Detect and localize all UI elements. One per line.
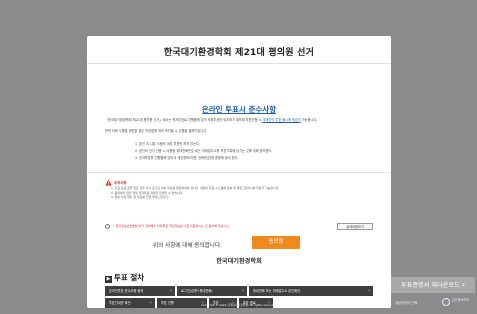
divider bbox=[87, 172, 391, 173]
intro-link[interactable]: 개개인의 투표 불시에 점검이 bbox=[262, 118, 300, 122]
notice-title: 온라인 투표시 준수사항 bbox=[201, 105, 277, 114]
warning-line: 3. 위의 사항 확인 후 투표를 진행 부탁드립니다. bbox=[111, 195, 169, 200]
rule-item: 1. 본인 외 다른 사람의 대리 투표를 하지 않는다. bbox=[135, 142, 200, 146]
rule-item: 3. 전자투표를 진행함에 있어서 개인정보(이름, 전화번호)를 활용에 동의… bbox=[135, 156, 239, 160]
procedure-step-label: 휴대전화 또는 이메일주소 본인확인 bbox=[253, 289, 301, 293]
procedure-step: 휴대전화 또는 이메일주소 본인확인 › bbox=[249, 286, 373, 296]
view-details-button[interactable]: 상세내용보기 bbox=[337, 223, 373, 230]
inquiry-label: 개발/문의처 연락 bbox=[395, 301, 418, 305]
agree-label: 위의 사항에 대해 동의합니다. bbox=[153, 243, 222, 249]
intro-line-2: 가능합니다. bbox=[301, 118, 318, 122]
chevron-right-icon: › bbox=[461, 280, 466, 289]
organization-name: 한국대기환경학회 bbox=[216, 258, 262, 265]
chevron-right-icon: › bbox=[170, 288, 172, 294]
privacy-consent-row: * 개인정보보호법에 의거 귀하께서 전자투표 개인정보를 수집 이용하시는 것… bbox=[105, 223, 377, 231]
warning-icon bbox=[105, 179, 112, 186]
company-logo: (주)에브리즈 bbox=[442, 297, 474, 308]
logo-mark-icon bbox=[442, 298, 450, 306]
intro-line-3: 만약 아래 사항을 위반할 경우 관련법에 따라 조치될 수 있음을 알려드립니… bbox=[105, 129, 208, 133]
procedure-heading: ▶ 투표 절차 bbox=[105, 272, 144, 283]
procedure-step: 로그인(성명+휴대전화) › bbox=[177, 286, 247, 296]
procedure-step: 온라인투표 준수사항 동의 › bbox=[105, 286, 175, 296]
logo-text: (주)에브리즈 bbox=[452, 298, 470, 302]
warning-body: 1. 투표 도중 창을 닫은 경우 다시 로그인 하여 투표를 완료하셔야 합니… bbox=[111, 186, 379, 200]
certificate-redownload-label: 투표증명서 재다운로드 bbox=[400, 282, 460, 289]
certificate-redownload-button[interactable]: 투표증명서 재다운로드 › bbox=[391, 277, 475, 293]
procedure-title: 투표 절차 bbox=[114, 273, 145, 282]
chevron-right-icon: › bbox=[368, 288, 370, 294]
consent-card: 한국대기환경학회 제21대 평의원 선거 온라인 투표시 준수사항 「한국대기환… bbox=[87, 36, 391, 308]
intro-line-1: 「한국대기환경학회 제21대 평의원 선거」에서는 전자투표로 진행함에 있어 … bbox=[105, 118, 262, 122]
chevron-right-icon: › bbox=[242, 288, 244, 294]
rule-item: 2. 본인의 선거 인증 시 사용한 휴대전화번호 또는 이메일주소를 투표기록… bbox=[135, 149, 273, 153]
warning-heading: 주의사항 bbox=[114, 181, 127, 185]
intro-text: 「한국대기환경학회 제21대 평의원 선거」에서는 전자투표로 진행함에 있어 … bbox=[105, 118, 377, 123]
agree-button[interactable]: 동의함 bbox=[252, 236, 300, 249]
procedure-arrow-icon: ▶ bbox=[105, 276, 112, 283]
procedure-step-label: 온라인투표 준수사항 동의 bbox=[109, 289, 144, 293]
privacy-consent-text: * 개인정보보호법에 의거 귀하께서 전자투표 개인정보를 수집 이용하시는 것… bbox=[113, 224, 230, 228]
privacy-consent-radio[interactable] bbox=[105, 224, 110, 229]
page-title: 한국대기환경학회 제21대 평의원 선거 bbox=[163, 48, 315, 58]
procedure-step-label: 로그인(성명+휴대전화) bbox=[181, 289, 213, 293]
divider bbox=[87, 63, 391, 64]
